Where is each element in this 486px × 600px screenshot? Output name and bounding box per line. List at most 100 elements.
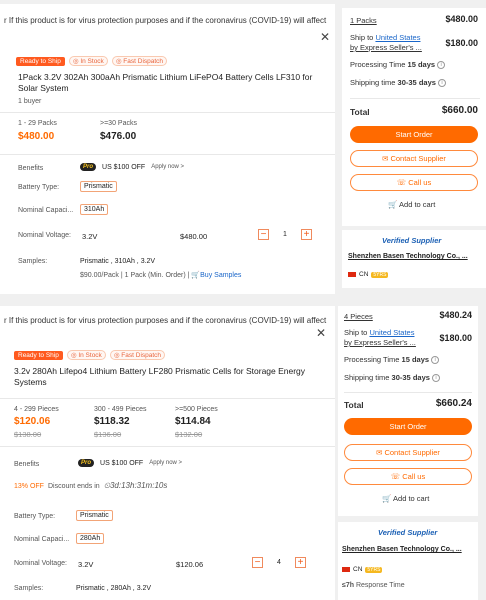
mail-icon: ✉ [376,448,383,457]
tier-range-3: >=500 Pieces [175,406,218,413]
pro-badge-icon: Pro [78,459,95,467]
product-panel-bottom: r If this product is for virus protectio… [0,306,335,600]
minus-button[interactable]: − [252,557,263,568]
unit-price: $120.06 [176,560,204,569]
buy-samples-link[interactable]: 🛒Buy Samples [189,272,241,279]
tier-price-1: $480.00 [18,131,55,142]
quantity-link[interactable]: 4 Pieces [344,312,373,321]
discount-percent: 13% OFF [14,482,44,490]
apply-now-link[interactable]: Apply now > [151,164,184,170]
tier-price-1: $120.06 [14,416,51,427]
plus-button[interactable]: + [295,557,306,568]
battery-type-label: Battery Type: [18,184,60,191]
country-link[interactable]: United States [369,328,414,337]
minus-button[interactable]: − [258,229,269,240]
response-time: ≤7h Response Time [342,582,405,589]
capacity-option[interactable]: 310Ah [80,204,109,215]
cart-icon: 🛒 [191,272,201,279]
quantity-input[interactable]: 1 [275,231,295,238]
ship-to-row: Ship to United States [350,33,421,42]
start-order-button[interactable]: Start Order [350,126,478,143]
battery-type-label: Battery Type: [14,513,56,520]
close-icon[interactable]: ✕ [316,326,326,340]
battery-type-option[interactable]: Prismatic [80,181,117,192]
ready-to-ship-tag: Ready to Ship [14,350,63,360]
tag-row: Ready to Ship ◎ In Stock ◎ Fast Dispatch [16,56,168,66]
info-icon[interactable]: i [437,61,446,70]
supplier-name-link[interactable]: Shenzhen Basen Technology Co., ... [348,253,468,260]
voltage-label: Nominal Voltage: [18,232,71,239]
voltage-value: 3.2V [78,560,94,569]
ship-to-row: Ship to United States [344,328,415,337]
add-to-cart-link[interactable]: 🛒 Add to cart [382,494,429,503]
info-icon[interactable]: i [438,79,447,88]
supplier-card-top: Verified Supplier Shenzhen Basen Technol… [342,230,486,288]
battery-type-option[interactable]: Prismatic [76,510,113,521]
info-icon[interactable]: i [432,374,441,383]
quantity-link[interactable]: 1 Packs [350,16,377,25]
ready-to-ship-tag: Ready to Ship [16,56,65,66]
benefit-text: US $100 OFF [102,163,146,171]
cart-icon: 🛒 [388,200,398,209]
tier-price-2: $476.00 [100,131,137,142]
supplier-card-bottom: Verified Supplier Shenzhen Basen Technol… [338,522,478,600]
contact-supplier-button[interactable]: ✉ Contact Supplier [344,444,472,461]
voltage-label: Nominal Voltage: [14,560,67,567]
discount-text: Discount ends in [47,482,100,490]
samples-spec: Prismatic , 310Ah , 3.2V [80,258,156,265]
add-to-cart-link[interactable]: 🛒 Add to cart [388,200,435,209]
pro-badge-icon: Pro [80,163,97,171]
tier-range-1: 1 - 29 Packs [18,120,57,127]
discount-row: 13% OFF Discount ends in ⏲3d:13h:31m:10s [14,481,167,491]
country-link[interactable]: United States [375,33,420,42]
order-summary-bottom: 4 Pieces $480.24 Ship to United States b… [338,306,478,516]
info-icon[interactable]: i [431,356,440,365]
quantity-input[interactable]: 4 [269,559,289,566]
cart-icon: 🛒 [382,494,392,503]
tier-old-price-1: $138.00 [14,430,42,439]
product-title[interactable]: 1Pack 3.2V 302Ah 300aAh Prismatic Lithiu… [18,72,323,94]
shipping-method-link[interactable]: by Express Seller's ... [350,43,422,52]
capacity-option[interactable]: 280Ah [76,533,105,544]
supplier-name-link[interactable]: Shenzhen Basen Technology Co., ... [342,546,462,553]
china-flag-icon [348,272,356,277]
apply-now-link[interactable]: Apply now > [149,460,182,466]
product-title[interactable]: 3.2v 280Ah Lifepo4 Lithium Battery LF280… [14,366,319,388]
samples-price-row: $90.00/Pack | 1 Pack (Min. Order) | 🛒Buy… [80,271,241,279]
fast-dispatch-tag: ◎ Fast Dispatch [109,350,166,360]
shipping-method-link[interactable]: by Express Seller's ... [344,338,416,347]
processing-row: Processing Time 15 days i [350,60,446,70]
plus-button[interactable]: + [301,229,312,240]
phone-icon: ☏ [390,472,401,481]
total-label: Total [350,107,370,117]
capacity-label: Nominal Capaci... [18,207,74,214]
quantity-stepper[interactable]: − 1 + [258,229,312,240]
tier-range-1: 4 - 299 Pieces [14,406,59,413]
product-panel-top: r If this product is for virus protectio… [0,4,335,294]
tag-row: Ready to Ship ◎ In Stock ◎ Fast Dispatch [14,350,166,360]
samples-price: $90.00/Pack | 1 Pack (Min. Order) | [80,272,190,279]
years-badge: 5YRS [371,271,389,278]
capacity-label: Nominal Capaci... [14,536,70,543]
subtotal-value: $480.24 [439,310,472,320]
phone-icon: ☏ [396,178,407,187]
contact-supplier-button[interactable]: ✉ Contact Supplier [350,150,478,167]
subtotal-value: $480.00 [445,14,478,24]
total-value: $660.00 [441,105,478,116]
shipping-time-row: Shipping time 30-35 days i [350,78,447,88]
benefit-row: Pro US $100 OFF Apply now > [78,459,182,467]
quantity-stepper[interactable]: − 4 + [252,557,306,568]
tier-price-2: $118.32 [94,416,130,427]
shipping-price: $180.00 [439,333,472,343]
shipping-price: $180.00 [445,38,478,48]
years-badge: 5YRS [365,566,383,573]
china-flag-icon [342,567,350,572]
unit-price: $480.00 [180,232,208,241]
close-icon[interactable]: ✕ [320,30,330,44]
benefits-label: Benefits [18,165,44,172]
covid-notice-banner: r If this product is for virus protectio… [4,316,327,325]
call-us-button[interactable]: ☏ Call us [350,174,478,191]
call-us-button[interactable]: ☏ Call us [344,468,472,485]
tier-price-3: $114.84 [175,416,211,427]
start-order-button[interactable]: Start Order [344,418,472,435]
